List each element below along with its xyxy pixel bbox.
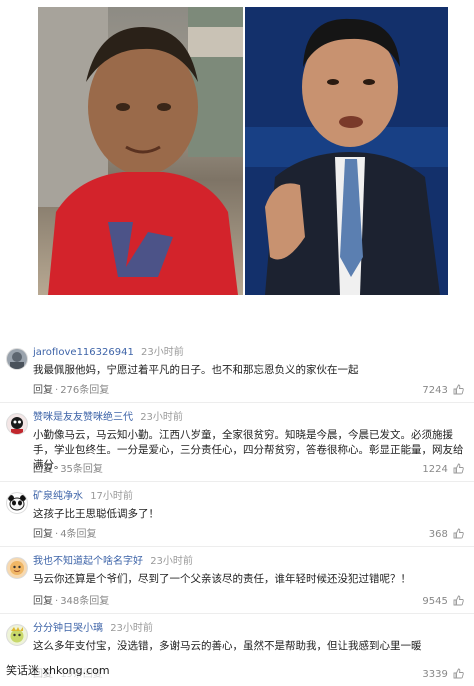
like-button[interactable]: 368: [429, 528, 464, 540]
avatar[interactable]: [6, 557, 28, 579]
replies-count[interactable]: 348条回复: [60, 596, 109, 607]
comment-time: 23小时前: [110, 623, 153, 634]
thumbs-up-icon: [453, 595, 464, 606]
reply-button[interactable]: 回复: [33, 464, 53, 475]
like-count: 3339: [422, 669, 448, 680]
photo-boy: [38, 7, 243, 295]
comment-time: 17小时前: [90, 491, 133, 502]
comment-time: 23小时前: [141, 347, 184, 358]
comment-username[interactable]: 分分钟日哭小璃: [33, 623, 103, 634]
comment-username[interactable]: 我也不知道起个啥名字好: [33, 556, 143, 567]
reply-button[interactable]: 回复: [33, 529, 53, 540]
site-watermark: 笑话迷 xhkong.com: [4, 662, 112, 678]
thumbs-up-icon: [453, 668, 464, 679]
like-button[interactable]: 7243: [422, 384, 464, 396]
separator: ·: [55, 464, 59, 475]
like-button[interactable]: 9545: [422, 595, 464, 607]
reply-button[interactable]: 回复: [33, 385, 53, 396]
comment-username[interactable]: 矿泉纯净水: [33, 491, 83, 502]
like-count: 368: [428, 529, 448, 540]
separator: ·: [55, 596, 59, 607]
replies-count[interactable]: 4条回复: [60, 529, 96, 540]
comment-text: 马云你还算是个爷们，尽到了一个父亲该尽的责任，谁年轻时候还没犯过错呢？！: [33, 573, 411, 585]
comment-text: 这么多年支付宝，没选错，多谢马云的善心，虽然不是帮助我，但让我感到心里一暖: [33, 640, 422, 652]
avatar[interactable]: [6, 348, 28, 370]
comment-time: 23小时前: [140, 412, 183, 423]
comment-item: jarofIove116326941 23小时前 我最佩服他妈，宁愿过着平凡的日…: [0, 338, 474, 402]
photo-man: [245, 7, 448, 295]
replies-count[interactable]: 276条回复: [60, 385, 109, 396]
comment-item: 矿泉纯净水 17小时前 这孩子比王思聪低调多了！ 回复 · 4条回复 368: [0, 481, 474, 546]
separator: ·: [55, 529, 59, 540]
comment-username[interactable]: 赞咪是友友赞咪绝三代: [33, 412, 133, 423]
reply-button[interactable]: 回复: [33, 596, 53, 607]
avatar[interactable]: [6, 624, 28, 646]
like-button[interactable]: 3339: [422, 668, 464, 680]
thumbs-up-icon: [453, 384, 464, 395]
like-count: 9545: [422, 596, 448, 607]
comment-text: 这孩子比王思聪低调多了！: [33, 508, 159, 520]
header-photos: [38, 7, 448, 295]
avatar[interactable]: [6, 413, 28, 435]
comment-time: 23小时前: [150, 556, 193, 567]
avatar[interactable]: [6, 492, 28, 514]
comment-item: 赞咪是友友赞咪绝三代 23小时前 小勤像马云，马云知小勤。江西八岁童，全家很贫穷…: [0, 402, 474, 481]
comment-item: 我也不知道起个啥名字好 23小时前 马云你还算是个爷们，尽到了一个父亲该尽的责任…: [0, 546, 474, 613]
like-count: 7243: [422, 385, 448, 396]
replies-count[interactable]: 35条回复: [60, 464, 103, 475]
like-count: 1224: [422, 464, 448, 475]
thumbs-up-icon: [453, 528, 464, 539]
comment-text: 我最佩服他妈，宁愿过着平凡的日子。也不和那忘恩负义的家伙在一起: [33, 364, 359, 376]
like-button[interactable]: 1224: [422, 463, 464, 475]
thumbs-up-icon: [453, 463, 464, 474]
comment-list: jarofIove116326941 23小时前 我最佩服他妈，宁愿过着平凡的日…: [0, 338, 474, 686]
comment-username[interactable]: jarofIove116326941: [33, 347, 134, 358]
separator: ·: [55, 385, 59, 396]
